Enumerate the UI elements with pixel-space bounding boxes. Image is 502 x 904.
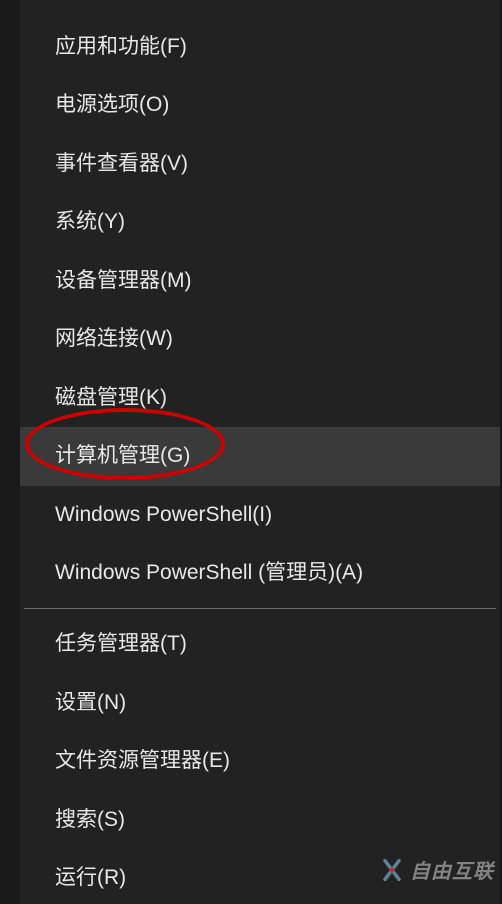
menu-item-label: 系统(Y) <box>55 210 125 233</box>
menu-item-power-options[interactable]: 电源选项(O) <box>20 76 500 134</box>
watermark-icon <box>378 856 406 884</box>
menu-item-label: 运行(R) <box>55 866 126 889</box>
menu-item-label: 电源选项(O) <box>55 93 169 116</box>
menu-item-label: 磁盘管理(K) <box>55 386 167 409</box>
winx-menu: 应用和功能(F) 电源选项(O) 事件查看器(V) 系统(Y) 设备管理器(M) 网络连接… <box>20 0 500 904</box>
menu-item-label: 计算机管理(G) <box>55 444 190 467</box>
menu-item-disk-management[interactable]: 磁盘管理(K) <box>20 369 500 427</box>
menu-item-file-explorer[interactable]: 文件资源管理器(E) <box>20 732 500 790</box>
watermark-text: 自由互联 <box>410 855 494 884</box>
menu-item-label: Windows PowerShell(I) <box>55 503 272 526</box>
menu-item-label: 应用和功能(F) <box>55 35 187 58</box>
menu-item-label: 事件查看器(V) <box>55 152 188 175</box>
menu-item-task-manager[interactable]: 任务管理器(T) <box>20 615 500 673</box>
menu-item-device-manager[interactable]: 设备管理器(M) <box>20 252 500 310</box>
menu-item-apps-features[interactable]: 应用和功能(F) <box>20 18 500 76</box>
menu-item-search[interactable]: 搜索(S) <box>20 791 500 849</box>
menu-separator <box>24 608 496 609</box>
menu-item-label: 网络连接(W) <box>55 327 173 350</box>
menu-item-computer-management[interactable]: 计算机管理(G) <box>20 427 500 485</box>
menu-item-label: 搜索(S) <box>55 808 125 831</box>
menu-item-powershell-admin[interactable]: Windows PowerShell (管理员)(A) <box>20 544 500 602</box>
menu-item-label: 设置(N) <box>55 691 126 714</box>
watermark: 自由互联 <box>378 855 494 884</box>
menu-item-event-viewer[interactable]: 事件查看器(V) <box>20 135 500 193</box>
menu-item-network-connections[interactable]: 网络连接(W) <box>20 310 500 368</box>
menu-item-label: 设备管理器(M) <box>55 269 191 292</box>
menu-item-label: Windows PowerShell (管理员)(A) <box>55 561 363 584</box>
menu-item-system[interactable]: 系统(Y) <box>20 193 500 251</box>
menu-item-label: 任务管理器(T) <box>55 632 187 655</box>
menu-item-settings[interactable]: 设置(N) <box>20 674 500 732</box>
menu-item-powershell[interactable]: Windows PowerShell(I) <box>20 486 500 544</box>
menu-item-label: 文件资源管理器(E) <box>55 749 230 772</box>
